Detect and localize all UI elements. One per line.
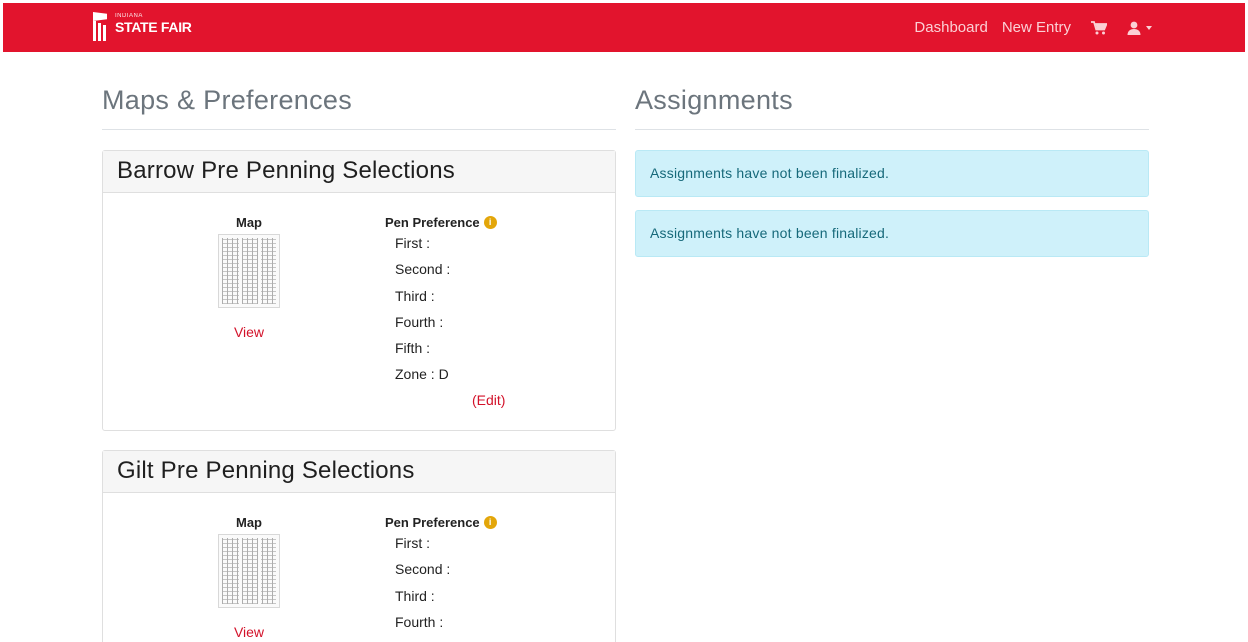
brand-name: STATE FAIR bbox=[115, 19, 192, 35]
top-navbar: INDIANA STATE FAIR Dashboard New Entry bbox=[3, 3, 1245, 52]
maps-preferences-column: Maps & Preferences Barrow Pre Penning Se… bbox=[102, 85, 616, 642]
pen-map-thumbnail[interactable] bbox=[218, 234, 280, 308]
brand-logo[interactable]: INDIANA STATE FAIR bbox=[91, 11, 192, 41]
state-fair-logo-icon bbox=[91, 11, 109, 41]
pref-first: First : bbox=[395, 535, 430, 551]
pref-fourth: Fourth : bbox=[395, 613, 444, 630]
pen-map-thumbnail[interactable] bbox=[218, 534, 280, 608]
user-icon bbox=[1127, 21, 1141, 35]
view-map-link[interactable]: View bbox=[234, 624, 264, 640]
info-icon[interactable]: i bbox=[483, 516, 497, 529]
assignment-status-alert: Assignments have not been finalized. bbox=[635, 150, 1149, 197]
assignments-column: Assignments Assignments have not been fi… bbox=[635, 85, 1149, 257]
gilt-selections-card: Gilt Pre Penning Selections Map View Pen… bbox=[102, 450, 616, 642]
view-map-link[interactable]: View bbox=[234, 324, 264, 340]
pref-fifth: Fifth : bbox=[395, 340, 431, 357]
pen-preference-label: Pen Preference bbox=[385, 215, 480, 230]
pref-first: First : bbox=[395, 235, 430, 251]
info-icon[interactable]: i bbox=[483, 216, 497, 229]
nav-dashboard[interactable]: Dashboard bbox=[914, 19, 987, 36]
pref-fourth: Fourth : bbox=[395, 313, 444, 330]
pref-third: Third : bbox=[395, 587, 435, 604]
brand-small-text: INDIANA bbox=[115, 13, 143, 19]
pref-zone: Zone : D bbox=[395, 366, 449, 383]
pref-second: Second : bbox=[395, 561, 451, 578]
pref-third: Third : bbox=[395, 287, 435, 304]
chevron-down-icon bbox=[1146, 25, 1152, 30]
maps-preferences-heading: Maps & Preferences bbox=[102, 85, 616, 130]
assignments-heading: Assignments bbox=[635, 85, 1149, 130]
cart-icon[interactable] bbox=[1091, 20, 1107, 35]
map-label: Map bbox=[236, 215, 262, 230]
assignment-status-alert: Assignments have not been finalized. bbox=[635, 210, 1149, 257]
card-title: Barrow Pre Penning Selections bbox=[103, 151, 615, 193]
edit-preferences-link[interactable]: (Edit) bbox=[472, 392, 505, 408]
pen-preference-label: Pen Preference bbox=[385, 515, 480, 530]
card-title: Gilt Pre Penning Selections bbox=[103, 451, 615, 493]
nav-new-entry[interactable]: New Entry bbox=[1002, 19, 1071, 36]
map-label: Map bbox=[236, 515, 262, 530]
barrow-selections-card: Barrow Pre Penning Selections Map View P… bbox=[102, 150, 616, 431]
pref-second: Second : bbox=[395, 261, 451, 278]
user-menu-toggle[interactable] bbox=[1127, 21, 1152, 35]
